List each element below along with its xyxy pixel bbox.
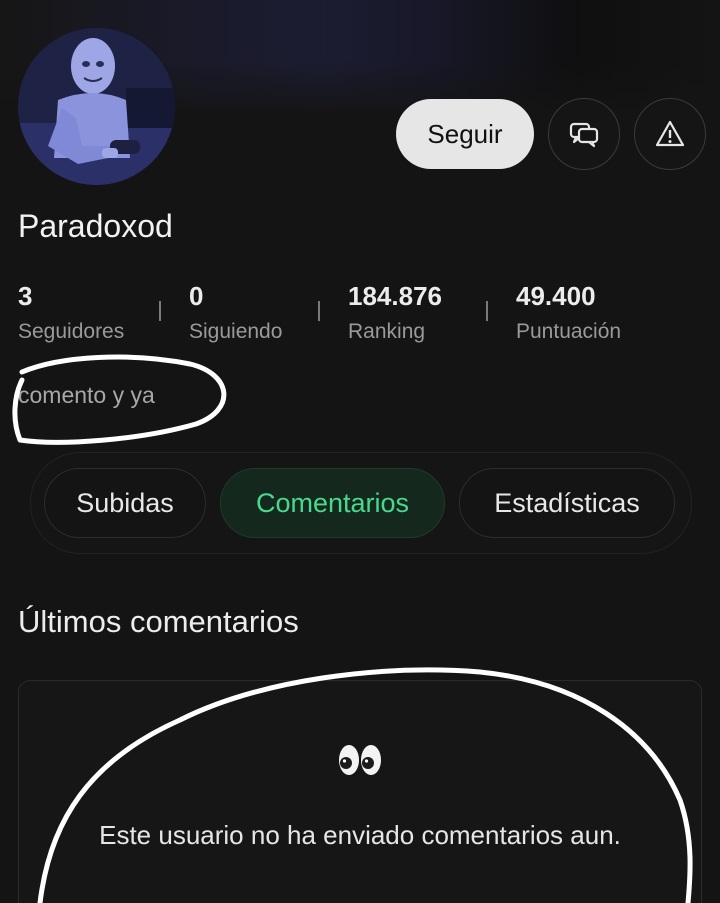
follow-button[interactable]: Seguir xyxy=(396,99,534,169)
stat-following[interactable]: 0 Siguiendo xyxy=(189,280,282,344)
profile-bio: comento y ya xyxy=(18,382,155,408)
stat-score: 49.400 Puntuación xyxy=(516,280,621,344)
stat-value: 3 xyxy=(18,281,33,311)
profile-page: Seguir Paradoxod 3 Seguidores 0 Siguiend… xyxy=(0,0,720,903)
warning-triangle-icon xyxy=(655,120,685,147)
tab-uploads[interactable]: Subidas xyxy=(44,468,206,538)
username: Paradoxod xyxy=(18,208,173,244)
stat-label: Siguiendo xyxy=(189,320,283,343)
tab-statistics[interactable]: Estadísticas xyxy=(459,468,675,538)
empty-comments-card xyxy=(18,680,702,903)
profile-stats: 3 Seguidores 0 Siguiendo 184.876 Ranking… xyxy=(18,280,698,360)
stat-label: Puntuación xyxy=(516,320,622,343)
stat-value: 49.400 xyxy=(516,281,596,311)
stat-value: 0 xyxy=(189,281,204,311)
stat-divider xyxy=(318,301,320,321)
profile-actions: Seguir xyxy=(396,98,706,170)
stat-value: 184.876 xyxy=(348,281,442,311)
chat-bubbles-icon xyxy=(569,122,599,148)
tab-comments[interactable]: Comentarios xyxy=(220,468,445,538)
stat-followers[interactable]: 3 Seguidores xyxy=(18,280,124,344)
stat-label: Seguidores xyxy=(18,320,125,343)
stat-divider xyxy=(486,301,488,321)
avatar[interactable] xyxy=(18,28,175,185)
section-title: Últimos comentarios xyxy=(18,604,299,639)
stat-label: Ranking xyxy=(348,320,426,343)
eyes-icon xyxy=(339,745,381,775)
stat-ranking: 184.876 Ranking xyxy=(348,280,442,344)
report-button[interactable] xyxy=(634,98,706,170)
stat-divider xyxy=(159,301,161,321)
message-button[interactable] xyxy=(548,98,620,170)
empty-comments-message: Este usuario no ha enviado comentarios a… xyxy=(99,820,621,850)
